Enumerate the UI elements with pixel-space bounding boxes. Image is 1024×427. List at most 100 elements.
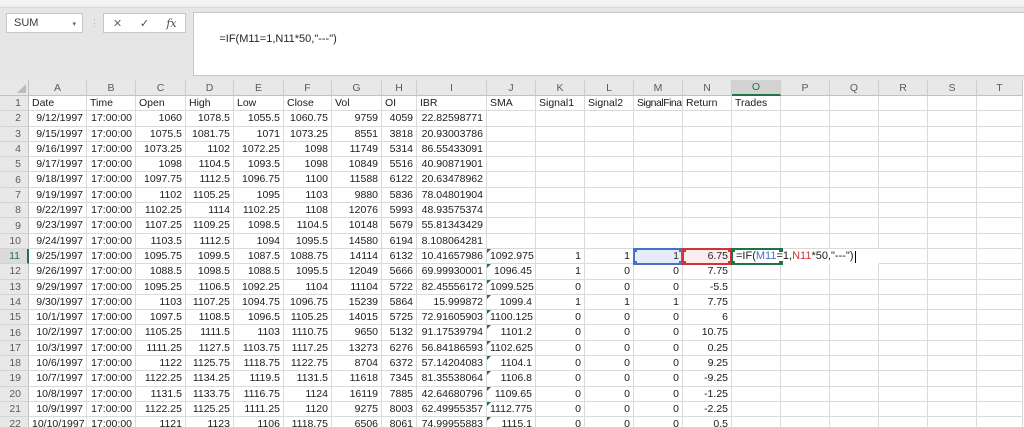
column-header-E[interactable]: E: [234, 80, 284, 96]
cell-D19[interactable]: 1134.25: [186, 371, 234, 386]
cell-K21[interactable]: 0: [536, 402, 585, 417]
cell-F1[interactable]: Close: [284, 96, 332, 111]
cell-J5[interactable]: [487, 157, 536, 172]
cell-Q22[interactable]: [830, 417, 879, 427]
cell-J15[interactable]: 1100.125: [487, 310, 536, 325]
cell-J12[interactable]: 1096.45: [487, 264, 536, 279]
cell-M14[interactable]: 1: [634, 295, 683, 310]
cell-P6[interactable]: [781, 172, 830, 187]
cell-F20[interactable]: 1124: [284, 387, 332, 402]
cell-R14[interactable]: [879, 295, 928, 310]
cell-C6[interactable]: 1097.75: [136, 172, 186, 187]
cell-H4[interactable]: 5314: [382, 142, 417, 157]
cell-K4[interactable]: [536, 142, 585, 157]
cell-C17[interactable]: 1111.25: [136, 341, 186, 356]
row-header-1[interactable]: 1: [0, 96, 29, 111]
cell-K18[interactable]: 0: [536, 356, 585, 371]
cell-C2[interactable]: 1060: [136, 111, 186, 126]
cell-I22[interactable]: 74.99955883: [417, 417, 487, 427]
cell-I2[interactable]: 22.82598771: [417, 111, 487, 126]
column-header-T[interactable]: T: [977, 80, 1023, 96]
cell-C10[interactable]: 1103.5: [136, 234, 186, 249]
cell-D17[interactable]: 1127.5: [186, 341, 234, 356]
cell-L2[interactable]: [585, 111, 634, 126]
cell-O22[interactable]: [732, 417, 781, 427]
cell-D9[interactable]: 1109.25: [186, 218, 234, 233]
name-box[interactable]: SUM ▾: [6, 13, 83, 33]
cell-N16[interactable]: 10.75: [683, 325, 732, 340]
cell-L15[interactable]: 0: [585, 310, 634, 325]
cell-D6[interactable]: 1112.5: [186, 172, 234, 187]
cell-M2[interactable]: [634, 111, 683, 126]
select-all-button[interactable]: [0, 80, 29, 96]
cell-E1[interactable]: Low: [234, 96, 284, 111]
cell-B4[interactable]: 17:00:00: [87, 142, 136, 157]
cell-J2[interactable]: [487, 111, 536, 126]
cell-O4[interactable]: [732, 142, 781, 157]
cell-B21[interactable]: 17:00:00: [87, 402, 136, 417]
cell-A8[interactable]: 9/22/1997: [29, 203, 87, 218]
cell-C19[interactable]: 1122.25: [136, 371, 186, 386]
cell-M10[interactable]: [634, 234, 683, 249]
row-header-14[interactable]: 14: [0, 295, 29, 310]
cell-P18[interactable]: [781, 356, 830, 371]
column-header-D[interactable]: D: [186, 80, 234, 96]
cell-A11[interactable]: 9/25/1997: [29, 249, 87, 264]
cell-B19[interactable]: 17:00:00: [87, 371, 136, 386]
cell-E2[interactable]: 1055.5: [234, 111, 284, 126]
cell-A12[interactable]: 9/26/1997: [29, 264, 87, 279]
cell-A4[interactable]: 9/16/1997: [29, 142, 87, 157]
cell-H12[interactable]: 5666: [382, 264, 417, 279]
cell-R12[interactable]: [879, 264, 928, 279]
cell-L4[interactable]: [585, 142, 634, 157]
cell-C5[interactable]: 1098: [136, 157, 186, 172]
row-header-19[interactable]: 19: [0, 371, 29, 386]
cell-T15[interactable]: [977, 310, 1023, 325]
column-header-I[interactable]: I: [417, 80, 487, 96]
cell-E7[interactable]: 1095: [234, 188, 284, 203]
cell-E9[interactable]: 1098.5: [234, 218, 284, 233]
cell-S19[interactable]: [928, 371, 977, 386]
cell-B13[interactable]: 17:00:00: [87, 280, 136, 295]
cell-G13[interactable]: 11104: [332, 280, 382, 295]
cell-G15[interactable]: 14015: [332, 310, 382, 325]
column-header-K[interactable]: K: [536, 80, 585, 96]
cell-D7[interactable]: 1105.25: [186, 188, 234, 203]
cell-H6[interactable]: 6122: [382, 172, 417, 187]
cell-P15[interactable]: [781, 310, 830, 325]
cell-A2[interactable]: 9/12/1997: [29, 111, 87, 126]
row-header-4[interactable]: 4: [0, 142, 29, 157]
row-header-3[interactable]: 3: [0, 127, 29, 142]
cell-K17[interactable]: 0: [536, 341, 585, 356]
cell-M4[interactable]: [634, 142, 683, 157]
cell-T5[interactable]: [977, 157, 1023, 172]
cell-Q20[interactable]: [830, 387, 879, 402]
cell-F21[interactable]: 1120: [284, 402, 332, 417]
cell-G3[interactable]: 8551: [332, 127, 382, 142]
cell-F6[interactable]: 1100: [284, 172, 332, 187]
cell-F15[interactable]: 1105.25: [284, 310, 332, 325]
cell-A10[interactable]: 9/24/1997: [29, 234, 87, 249]
cell-B20[interactable]: 17:00:00: [87, 387, 136, 402]
cell-M18[interactable]: 0: [634, 356, 683, 371]
cell-R17[interactable]: [879, 341, 928, 356]
cell-H9[interactable]: 5679: [382, 218, 417, 233]
cell-C21[interactable]: 1122.25: [136, 402, 186, 417]
cell-S3[interactable]: [928, 127, 977, 142]
cell-P10[interactable]: [781, 234, 830, 249]
cell-G19[interactable]: 11618: [332, 371, 382, 386]
cell-M12[interactable]: 0: [634, 264, 683, 279]
cell-P21[interactable]: [781, 402, 830, 417]
cell-G20[interactable]: 16119: [332, 387, 382, 402]
cell-E6[interactable]: 1096.75: [234, 172, 284, 187]
cell-D15[interactable]: 1108.5: [186, 310, 234, 325]
cell-F13[interactable]: 1104: [284, 280, 332, 295]
column-header-O[interactable]: O: [732, 80, 781, 96]
cell-N1[interactable]: Return: [683, 96, 732, 111]
cell-S18[interactable]: [928, 356, 977, 371]
cell-S20[interactable]: [928, 387, 977, 402]
row-header-12[interactable]: 12: [0, 264, 29, 279]
cell-E21[interactable]: 1111.25: [234, 402, 284, 417]
cell-I6[interactable]: 20.63478962: [417, 172, 487, 187]
cell-M21[interactable]: 0: [634, 402, 683, 417]
